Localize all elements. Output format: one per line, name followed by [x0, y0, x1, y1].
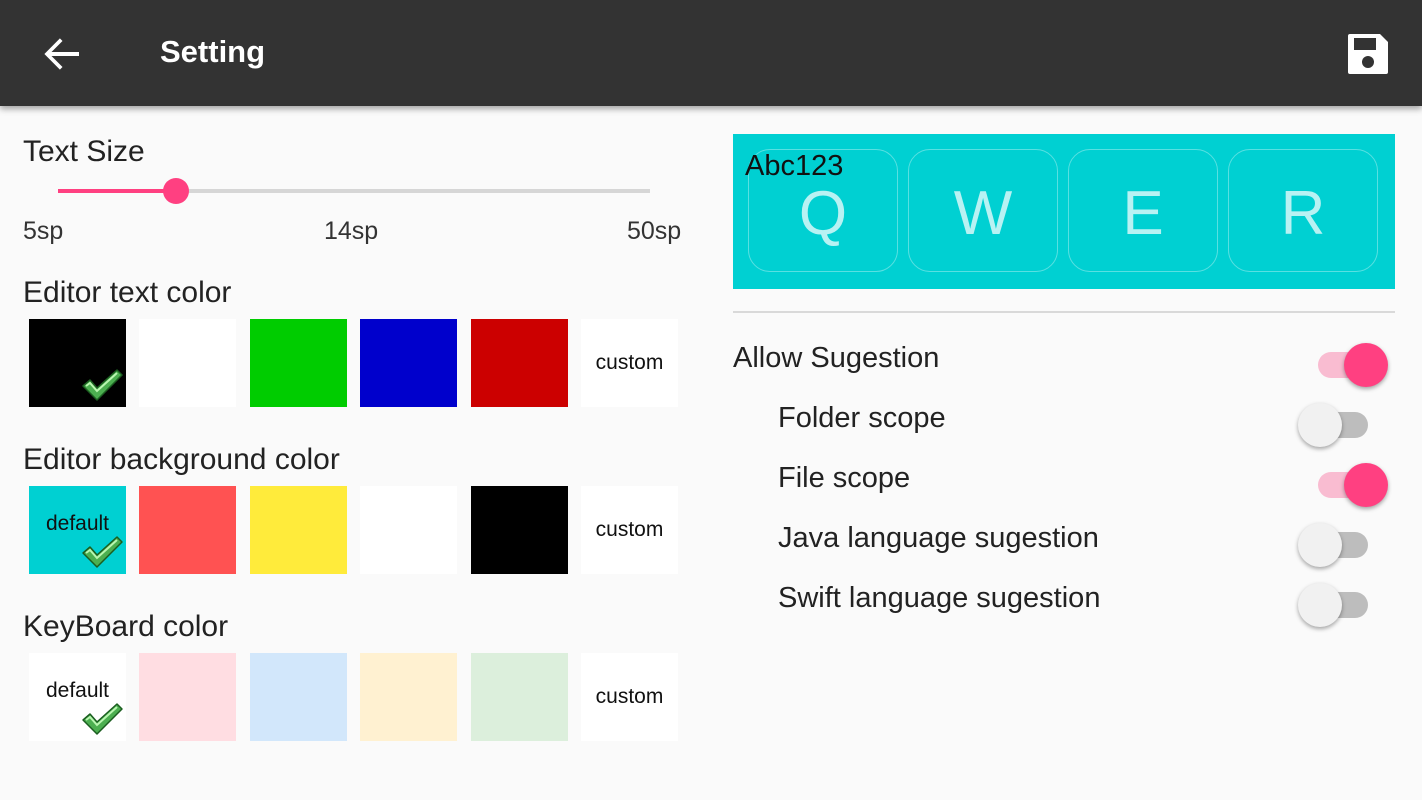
color-swatch[interactable] [139, 319, 237, 407]
color-swatch[interactable] [29, 319, 126, 407]
color-swatch[interactable] [139, 653, 237, 741]
slider-thumb[interactable] [163, 178, 189, 204]
divider [733, 311, 1395, 313]
color-swatch[interactable]: default [29, 653, 126, 741]
color-swatch[interactable] [360, 319, 458, 407]
java-suggestion-switch[interactable] [1298, 522, 1374, 568]
switch-knob [1298, 523, 1342, 567]
back-button[interactable] [38, 30, 86, 78]
text-size-slider[interactable] [58, 176, 650, 206]
page-title: Setting [160, 34, 266, 69]
checkmark-icon [82, 369, 123, 401]
swift-suggestion-label: Swift language sugestion [778, 582, 1101, 614]
switch-knob [1298, 403, 1342, 447]
preview-key: E [1068, 149, 1218, 272]
editor-background-color-label: Editor background color [23, 443, 340, 476]
color-swatch[interactable] [360, 486, 458, 574]
color-swatch[interactable] [139, 486, 237, 574]
save-button[interactable] [1344, 30, 1392, 78]
swatch-label: custom [595, 351, 664, 374]
file-scope-switch[interactable] [1314, 462, 1390, 508]
slider-mid-label: 14sp [324, 217, 379, 245]
color-swatch[interactable] [249, 319, 347, 407]
app-bar: Setting [0, 0, 1422, 106]
allow-suggestion-label: Allow Sugestion [733, 342, 940, 374]
swatch-label: default [45, 679, 110, 702]
color-swatch[interactable] [470, 653, 568, 741]
arrow-back-icon [44, 38, 79, 70]
slider-max-label: 50sp [627, 217, 682, 245]
text-size-label: Text Size [23, 135, 145, 168]
color-swatch[interactable] [360, 653, 458, 741]
java-suggestion-label: Java language sugestion [778, 522, 1099, 554]
swatch-label: custom [595, 518, 664, 541]
slider-min-label: 5sp [23, 217, 64, 245]
color-swatch[interactable]: custom [581, 486, 678, 574]
slider-fill [58, 189, 176, 193]
allow-suggestion-switch[interactable] [1314, 342, 1390, 388]
color-swatch[interactable] [470, 486, 568, 574]
switch-knob [1298, 583, 1342, 627]
keyboard-color-label: KeyBoard color [23, 610, 229, 643]
color-swatch[interactable] [470, 319, 568, 407]
color-swatch[interactable]: custom [581, 653, 678, 741]
switch-knob [1344, 343, 1388, 387]
preview-key: W [908, 149, 1058, 272]
color-swatch[interactable] [249, 486, 347, 574]
color-swatch[interactable] [249, 653, 347, 741]
folder-scope-label: Folder scope [778, 402, 946, 434]
switch-knob [1344, 463, 1388, 507]
color-swatch[interactable]: custom [581, 319, 678, 407]
preview-sample-text: Abc123 [745, 150, 844, 182]
checkmark-icon [82, 536, 123, 568]
swatch-label: default [45, 512, 110, 535]
color-swatch[interactable]: default [29, 486, 126, 574]
folder-scope-switch[interactable] [1298, 402, 1374, 448]
file-scope-label: File scope [778, 462, 911, 494]
swift-suggestion-switch[interactable] [1298, 582, 1374, 628]
swatch-label: custom [595, 685, 664, 708]
save-floppy-icon [1348, 34, 1388, 74]
preview-key: R [1228, 149, 1378, 272]
checkmark-icon [82, 703, 123, 735]
keyboard-preview: Abc123 Q W E R [733, 134, 1395, 289]
editor-text-color-label: Editor text color [23, 276, 232, 309]
